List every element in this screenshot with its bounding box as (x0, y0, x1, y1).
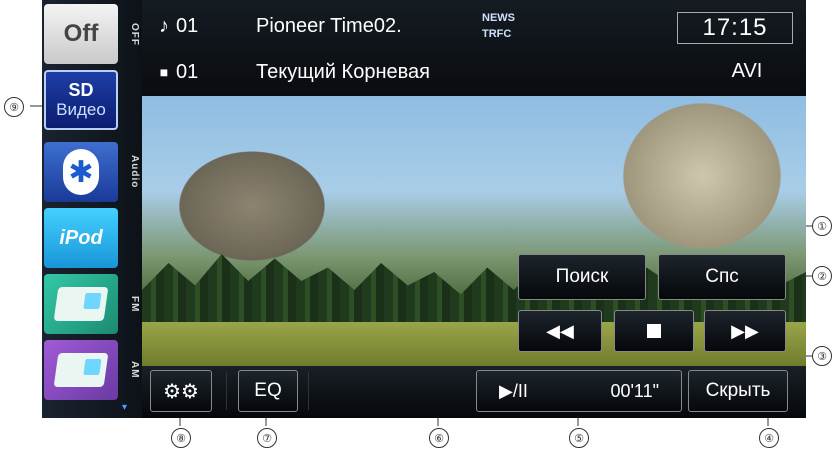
callout-4: ④ (759, 428, 779, 448)
radio-am-icon (53, 353, 109, 387)
news-label: NEWS (482, 12, 515, 24)
source-fm-button[interactable] (44, 274, 118, 334)
off-side-label: OFF (129, 22, 140, 46)
folder-icon: ■ (159, 64, 169, 80)
search-button[interactable]: Поиск (518, 254, 646, 300)
traffic-news-indicator: NEWS TRFC (482, 10, 562, 42)
trfc-label: TRFC (482, 28, 512, 40)
play-pause-icon: ▶/II (499, 380, 528, 401)
callout-9: ⑨ (4, 97, 24, 117)
fm-side-label: FM (129, 295, 140, 313)
previous-track-button[interactable]: ◀◀ (518, 310, 602, 352)
callout-2: ② (812, 266, 832, 286)
clock: 17:15 (677, 12, 793, 44)
source-sidebar: Off OFF SD Видео ✱ Audio iPod FM AM ▾ (42, 0, 142, 418)
file-format: AVI (731, 60, 763, 82)
callout-1: ① (812, 216, 832, 236)
callout-6: ⑥ (429, 428, 449, 448)
source-off-button[interactable]: Off (44, 4, 118, 64)
track-number: 01 (176, 14, 199, 37)
radio-fm-icon (53, 287, 109, 321)
divider (308, 372, 309, 410)
info-header: ♪ 01 Pioneer Time02. ■ 01 Текущий Корнев… (142, 0, 806, 96)
track-title: Pioneer Time02. (256, 14, 402, 37)
sd-label: SD (68, 80, 94, 100)
folder-number: 01 (176, 60, 199, 83)
hide-button[interactable]: Скрыть (688, 370, 788, 412)
ipod-label: iPod (59, 226, 103, 249)
callout-3: ③ (812, 346, 832, 366)
elapsed-time: 00'11" (610, 380, 659, 401)
source-sd-video-button[interactable]: SD Видео (44, 70, 118, 130)
callout-5: ⑤ (569, 428, 589, 448)
source-am-button[interactable] (44, 340, 118, 400)
stop-icon (647, 324, 661, 338)
folder-name: Текущий Корневая (256, 60, 430, 83)
next-track-button[interactable]: ▶▶ (704, 310, 786, 352)
gear-icon: ⚙⚙ (163, 380, 199, 403)
skip-forward-icon: ▶▶ (731, 320, 759, 341)
play-pause-button[interactable]: ▶/II 00'11" (476, 370, 682, 412)
divider (226, 372, 227, 410)
off-label: Off (63, 20, 99, 47)
am-side-label: AM (129, 361, 140, 379)
eq-button[interactable]: EQ (238, 370, 298, 412)
scroll-down-icon[interactable]: ▾ (122, 402, 127, 413)
list-button[interactable]: Спс (658, 254, 786, 300)
music-note-icon: ♪ (159, 14, 169, 37)
source-bluetooth-audio-button[interactable]: ✱ (44, 142, 118, 202)
bluetooth-icon: ✱ (63, 149, 99, 195)
source-ipod-button[interactable]: iPod (44, 208, 118, 268)
skip-back-icon: ◀◀ (546, 320, 574, 341)
callout-7: ⑦ (257, 428, 277, 448)
callout-8: ⑧ (171, 428, 191, 448)
head-unit-screen: Off OFF SD Видео ✱ Audio iPod FM AM ▾ ♪ … (42, 0, 806, 418)
settings-button[interactable]: ⚙⚙ (150, 370, 212, 412)
sd-video-label: Видео (56, 100, 106, 119)
stop-button[interactable] (614, 310, 694, 352)
audio-side-label: Audio (129, 155, 140, 189)
